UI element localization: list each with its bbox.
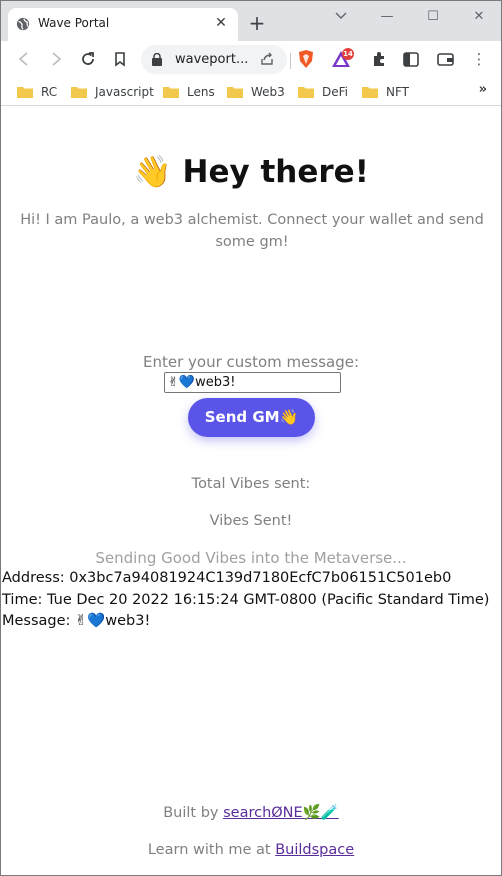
globe-icon <box>16 17 30 31</box>
lock-icon <box>152 53 162 66</box>
bookmark-label: Web3 <box>251 85 285 99</box>
bookmark-label: Lens <box>187 85 215 99</box>
bookmark-label: NFT <box>386 85 409 99</box>
total-vibes-label: Total Vibes sent: <box>191 476 311 492</box>
bookmark-icon[interactable] <box>109 48 131 70</box>
folder-icon <box>298 87 314 98</box>
wave-address: Address: 0x3bc7a94081924C139d7180EcfC7b0… <box>2 570 452 586</box>
extension-badge: 14 <box>342 48 354 60</box>
bio-text: Hi! I am Paulo, a web3 alchemist. Connec… <box>20 212 484 250</box>
folder-icon <box>227 87 243 98</box>
url-text: waveport... <box>175 52 249 67</box>
browser-toolbar: waveport... ⋮ <box>1 41 501 77</box>
tab-title: Wave Portal <box>38 16 110 30</box>
author-link[interactable]: searchØNE🌿🧪 <box>223 805 339 821</box>
send-gm-button[interactable]: Send GM👋 <box>188 398 315 437</box>
message-prompt-label: Enter your custom message: <box>143 353 359 371</box>
footer-learn: Learn with me at Buildspace <box>1 842 501 858</box>
reload-icon[interactable] <box>77 48 99 70</box>
forward-icon[interactable] <box>45 48 67 70</box>
browser-window: Wave Portal ✕ + — ☐ ✕ waveport... ⋮ 14 R… <box>0 0 502 876</box>
wave-time: Time: Tue Dec 20 2022 16:15:24 GMT-0800 … <box>2 592 490 608</box>
toolbar-divider <box>290 53 291 69</box>
tab-close-icon[interactable]: ✕ <box>212 14 230 32</box>
folder-icon <box>71 87 87 98</box>
bookmark-folder[interactable]: RC <box>17 83 57 101</box>
bookmark-label: Javascript <box>95 85 154 99</box>
vibes-sent-status: Vibes Sent! <box>209 513 293 529</box>
bookmark-label: DeFi <box>322 85 348 99</box>
brave-shield-icon[interactable] <box>295 48 317 70</box>
footer-learn-prefix: Learn with me at <box>147 842 276 858</box>
bookmark-folder[interactable]: Web3 <box>227 83 285 101</box>
chevron-down-icon[interactable] <box>329 5 353 29</box>
folder-icon <box>163 87 179 98</box>
folder-icon <box>17 87 33 98</box>
tab-wave-portal[interactable]: Wave Portal ✕ <box>8 8 238 41</box>
bookmark-folder[interactable]: NFT <box>362 83 409 101</box>
sending-status: Sending Good Vibes into the Metaverse... <box>95 549 407 567</box>
minimize-button[interactable]: — <box>375 5 399 29</box>
bookmark-folder[interactable]: Lens <box>163 83 215 101</box>
wave-message: Message: ✌💙web3! <box>2 613 151 629</box>
bookmark-label: RC <box>41 85 58 99</box>
maximize-button[interactable]: ☐ <box>421 5 445 29</box>
buildspace-link[interactable]: Buildspace <box>275 842 354 858</box>
footer-built-prefix: Built by <box>163 805 224 821</box>
extensions-icon[interactable] <box>368 48 390 70</box>
custom-message-input[interactable] <box>164 372 341 393</box>
bookmarks-overflow-button[interactable]: » <box>479 82 487 97</box>
back-icon[interactable] <box>13 48 35 70</box>
wallet-icon[interactable] <box>434 48 456 70</box>
sidebar-icon[interactable] <box>400 48 422 70</box>
folder-icon <box>362 87 378 98</box>
wave-portal-page: 👋 Hey there! Hi! I am Paulo, a web3 alch… <box>1 107 501 875</box>
page-title: 👋 Hey there! <box>133 154 369 190</box>
address-bar[interactable]: waveport... <box>141 45 287 74</box>
share-icon[interactable] <box>259 51 275 67</box>
bookmark-folder[interactable]: Javascript <box>71 83 154 101</box>
tab-strip: Wave Portal ✕ + — ☐ ✕ <box>1 1 501 41</box>
menu-icon[interactable]: ⋮ <box>468 48 490 70</box>
footer-built-by: Built by searchØNE🌿🧪 <box>1 804 501 821</box>
bookmarks-bar: RC Javascript Lens Web3 DeFi NFT » <box>1 77 501 106</box>
new-tab-button[interactable]: + <box>247 13 267 33</box>
bookmark-folder[interactable]: DeFi <box>298 83 348 101</box>
close-window-button[interactable]: ✕ <box>467 5 491 29</box>
